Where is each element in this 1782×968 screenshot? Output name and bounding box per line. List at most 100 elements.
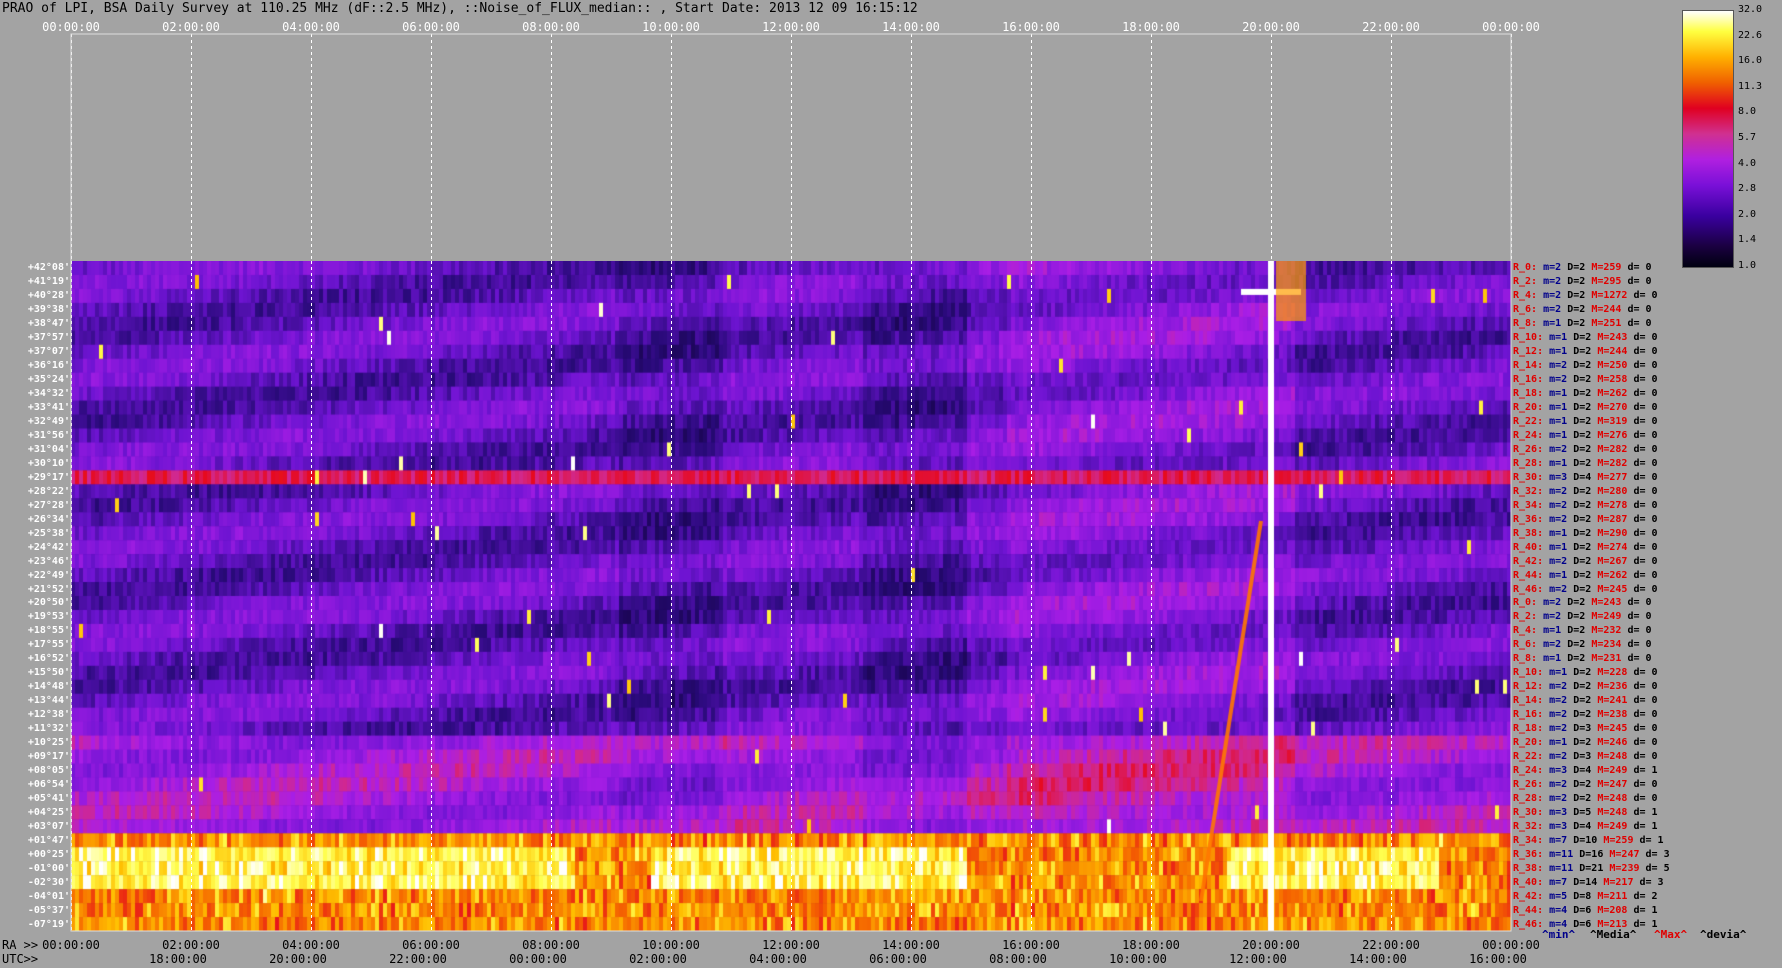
declination-label: +27°28' [27,499,70,511]
row-stat: R_44: m=1 D=2 M=262 d= 0 [1513,569,1658,581]
ra-tick-label: 22:00:00 [1362,938,1420,952]
declination-label: +20°50' [27,597,70,609]
declination-label: +15°50' [27,667,70,679]
row-stat: R_30: m=3 D=5 M=248 d= 1 [1513,806,1658,818]
row-stat: R_32: m=3 D=4 M=249 d= 1 [1513,820,1658,832]
utc-tick-label: 00:00:00 [509,952,567,966]
colorbar-label: 16.0 [1738,55,1763,67]
top-tick-label: 14:00:00 [882,20,940,34]
declination-label: +06°54' [27,778,70,790]
row-stat: R_38: m=11 D=21 M=239 d= 5 [1513,862,1670,874]
heatmap-plot [71,261,1511,931]
row-stat: R_32: m=2 D=2 M=280 d= 0 [1513,485,1658,497]
utc-tick-label: 10:00:00 [1109,952,1167,966]
colorbar-label: 22.6 [1738,29,1763,41]
row-stat: R_10: m=1 D=2 M=243 d= 0 [1513,332,1658,344]
declination-label: +10°25' [27,737,70,749]
ra-tick-label: 18:00:00 [1122,938,1180,952]
declination-label: +26°34' [27,513,70,525]
row-stat: R_10: m=1 D=2 M=228 d= 0 [1513,667,1658,679]
utc-tick-label: 12:00:00 [1229,952,1287,966]
declination-label: +29°17' [27,471,70,483]
declination-label: +24°42' [27,541,70,553]
row-stat: R_28: m=2 D=2 M=248 d= 0 [1513,792,1658,804]
utc-label: UTC>> [2,952,39,966]
top-tick-label: 18:00:00 [1122,20,1180,34]
declination-label: +03°07' [27,820,70,832]
ra-tick-label: 10:00:00 [642,938,700,952]
row-stat: R_4: m=2 D=2 M=1272 d= 0 [1513,290,1658,302]
row-stat: R_16: m=2 D=2 M=258 d= 0 [1513,374,1658,386]
row-stat: R_22: m=1 D=2 M=319 d= 0 [1513,416,1658,428]
declination-label: +14°48' [27,681,70,693]
declination-label: +23°46' [27,555,70,567]
declination-label: +19°53' [27,611,70,623]
declination-label: +28°22' [27,485,70,497]
row-stat: R_34: m=2 D=2 M=278 d= 0 [1513,499,1658,511]
declination-label: +35°24' [27,374,70,386]
declination-label: +00°25' [27,848,70,860]
utc-tick-label: 08:00:00 [989,952,1047,966]
utc-tick-label: 16:00:00 [1469,952,1527,966]
utc-tick-label: 06:00:00 [869,952,927,966]
declination-label: +41°19' [27,276,70,288]
row-stat: R_6: m=2 D=2 M=234 d= 0 [1513,639,1652,651]
ra-tick-label: 14:00:00 [882,938,940,952]
row-stat: R_28: m=1 D=2 M=282 d= 0 [1513,457,1658,469]
declination-label: -02°30' [27,876,70,888]
row-stat: R_18: m=1 D=2 M=262 d= 0 [1513,388,1658,400]
declination-label: +01°47' [27,834,70,846]
declination-label: +42°08' [27,262,70,274]
row-stat: R_18: m=2 D=3 M=245 d= 0 [1513,723,1658,735]
row-stat: R_38: m=1 D=2 M=290 d= 0 [1513,527,1658,539]
row-stat: R_14: m=2 D=2 M=250 d= 0 [1513,360,1658,372]
declination-label: -05°37' [27,904,70,916]
row-stat: R_46: m=2 D=2 M=245 d= 0 [1513,583,1658,595]
colorbar-label: 8.0 [1738,106,1757,118]
colorbar-label: 11.3 [1738,80,1763,92]
declination-label: -07°19' [27,918,70,930]
colorbar-label: 4.0 [1738,157,1757,169]
colorbar-label: 32.0 [1738,4,1763,15]
colorbar-label: 1.4 [1738,234,1757,246]
row-stat: R_12: m=1 D=2 M=244 d= 0 [1513,346,1658,358]
colorbar-label: 5.7 [1738,132,1757,143]
chart-title: PRAO of LPI, BSA Daily Survey at 110.25 … [2,1,918,16]
declination-label: +31°04' [27,443,70,455]
utc-tick-label: 22:00:00 [389,952,447,966]
row-stat: R_30: m=3 D=4 M=277 d= 0 [1513,471,1658,483]
declination-label: +39°38' [27,304,70,316]
utc-tick-label: 04:00:00 [749,952,807,966]
row-stat: R_40: m=7 D=14 M=217 d= 3 [1513,876,1664,888]
top-tick-label: 04:00:00 [282,20,340,34]
declination-label: +09°17' [27,751,70,763]
colorbar-label: 2.0 [1738,208,1757,220]
row-stat: R_2: m=2 D=2 M=295 d= 0 [1513,276,1652,288]
ra-tick-label: 08:00:00 [522,938,580,952]
declination-label: +11°32' [27,723,70,735]
row-stat: R_42: m=2 D=2 M=267 d= 0 [1513,555,1658,567]
row-stat: R_6: m=2 D=2 M=244 d= 0 [1513,304,1652,316]
declination-label: +05°41' [27,792,70,804]
ra-tick-label: 06:00:00 [402,938,460,952]
declination-label: +33°41' [27,402,70,414]
declination-label: +16°52' [27,653,70,665]
top-tick-label: 08:00:00 [522,20,580,34]
row-stat: R_42: m=5 D=8 M=211 d= 2 [1513,890,1658,902]
declination-label: +36°16' [27,360,70,372]
row-stat: R_4: m=1 D=2 M=232 d= 0 [1513,625,1652,637]
ra-tick-label: 00:00:00 [42,938,100,952]
ra-tick-label: 20:00:00 [1242,938,1300,952]
row-stat: R_36: m=2 D=2 M=287 d= 0 [1513,513,1658,525]
row-stat: R_26: m=2 D=2 M=282 d= 0 [1513,443,1658,455]
top-tick-label: 10:00:00 [642,20,700,34]
row-stat: R_24: m=1 D=2 M=276 d= 0 [1513,429,1658,441]
ra-label: RA >> [2,938,39,952]
top-tick-label: 06:00:00 [402,20,460,34]
top-tick-label: 16:00:00 [1002,20,1060,34]
top-tick-label: 22:00:00 [1362,20,1420,34]
top-tick-label: 02:00:00 [162,20,220,34]
declination-label: +17°55' [27,639,70,651]
declination-label: +12°38' [27,709,70,721]
colorbar-label: 2.8 [1738,183,1757,195]
